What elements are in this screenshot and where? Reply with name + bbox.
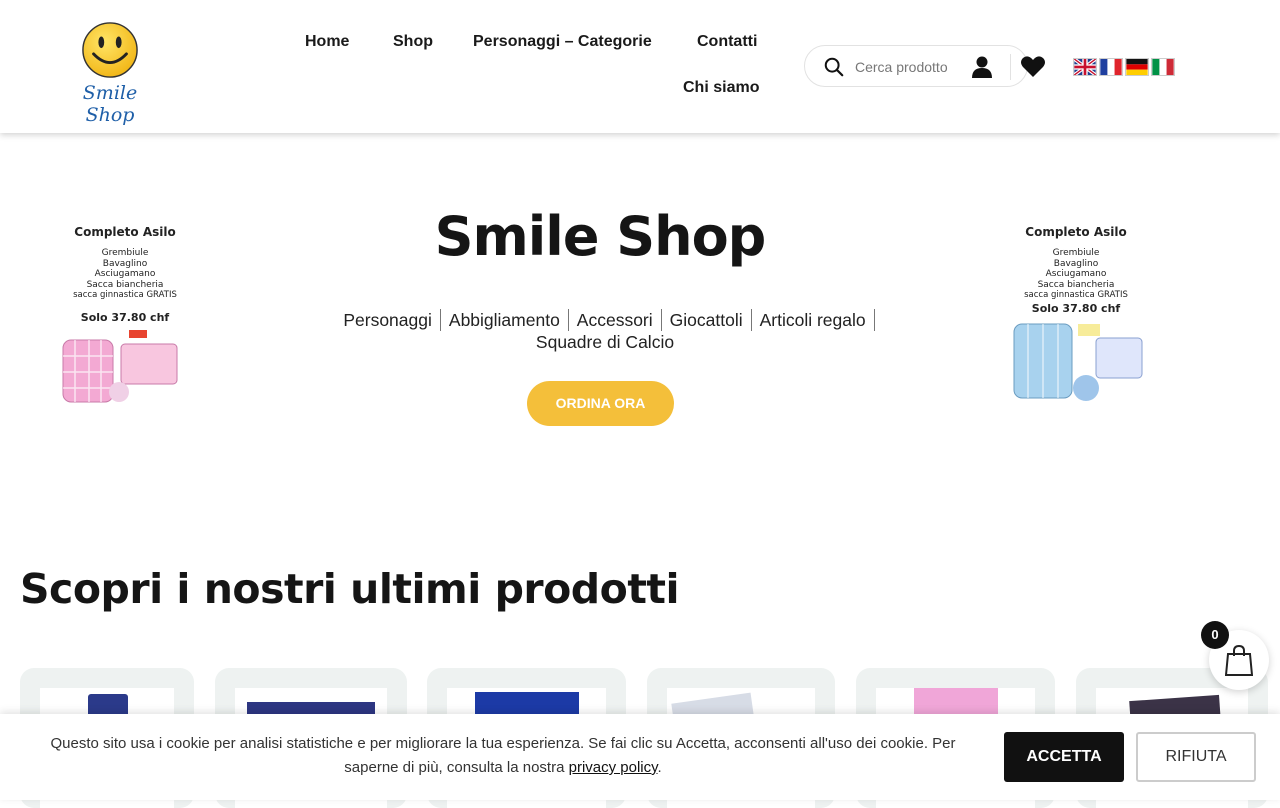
category-link-articoli-regalo[interactable]: Articoli regalo xyxy=(752,309,875,331)
hero-title: Smile Shop xyxy=(434,205,767,268)
promo-item: Bavaglino xyxy=(1053,258,1099,269)
logo-text: Smile Shop xyxy=(82,82,138,126)
promo-price: Solo 37.80 chf xyxy=(1031,302,1121,315)
privacy-policy-link[interactable]: privacy policy xyxy=(569,759,658,776)
promo-item: Asciugamano xyxy=(94,269,156,279)
flag-french-icon[interactable] xyxy=(1099,58,1123,76)
cookie-text: Questo sito usa i cookie per analisi sta… xyxy=(50,735,956,776)
promo-title: Completo Asilo xyxy=(74,225,176,239)
nav-home[interactable]: Home xyxy=(305,33,349,51)
search-input[interactable] xyxy=(855,56,965,78)
category-link-accessori[interactable]: Accessori xyxy=(569,309,662,331)
promo-item: Bavaglino xyxy=(102,258,148,269)
promo-item: sacca ginnastica GRATIS xyxy=(1024,290,1128,300)
nav-chi-siamo[interactable]: Chi siamo xyxy=(683,79,759,97)
promo-price: Solo 37.80 chf xyxy=(80,311,170,324)
reject-cookies-button[interactable]: RIFIUTA xyxy=(1136,732,1256,782)
wishlist-heart-icon[interactable] xyxy=(1020,55,1046,79)
promo-item: Sacca biancheria xyxy=(86,279,164,290)
header-divider xyxy=(1010,54,1011,80)
promo-item: sacca ginnastica GRATIS xyxy=(73,290,177,300)
flag-english-icon[interactable] xyxy=(1073,58,1097,76)
search-icon[interactable] xyxy=(823,56,845,78)
nav-personaggi-categorie[interactable]: Personaggi – Categorie xyxy=(473,33,652,51)
promo-title: Completo Asilo xyxy=(1025,225,1127,239)
hero-category-links: Personaggi Abbigliamento Accessori Giocatto… xyxy=(290,309,920,353)
category-link-abbigliamento[interactable]: Abbigliamento xyxy=(441,309,569,331)
promo-item: Grembiule xyxy=(1052,248,1100,258)
promo-banner-left[interactable]: Completo Asilo Grembiule Bavaglino Asciu… xyxy=(55,222,195,407)
category-link-giocattoli[interactable]: Giocattoli xyxy=(662,309,752,331)
promo-item: Grembiule xyxy=(101,248,149,258)
cart-count-badge: 0 xyxy=(1201,621,1229,649)
nav-contatti[interactable]: Contatti xyxy=(697,33,757,51)
smiley-logo-icon xyxy=(82,22,138,78)
cookie-text-end: . xyxy=(657,759,662,776)
promo-item: Asciugamano xyxy=(1045,269,1107,279)
user-account-icon[interactable] xyxy=(970,55,994,79)
cookie-consent-bar: Questo sito usa i cookie per analisi sta… xyxy=(0,714,1280,800)
site-header: Smile Shop Home Shop Personaggi – Catego… xyxy=(0,0,1280,133)
cookie-message: Questo sito usa i cookie per analisi sta… xyxy=(30,732,976,780)
accept-cookies-button[interactable]: ACCETTA xyxy=(1004,732,1124,782)
blue-apron-graphic xyxy=(1013,323,1143,401)
nav-shop[interactable]: Shop xyxy=(393,33,433,51)
category-link-personaggi[interactable]: Personaggi xyxy=(335,309,441,331)
site-logo[interactable]: Smile Shop xyxy=(64,18,156,126)
shopping-bag-icon xyxy=(1225,644,1253,676)
search-box xyxy=(804,45,1028,87)
category-link-squadre-di-calcio[interactable]: Squadre di Calcio xyxy=(528,331,682,353)
flag-german-icon[interactable] xyxy=(1125,58,1149,76)
order-now-button[interactable]: ORDINA ORA xyxy=(527,381,674,426)
latest-products-heading: Scopri i nostri ultimi prodotti xyxy=(20,565,680,613)
promo-banner-right[interactable]: Completo Asilo Grembiule Bavaglino Asciu… xyxy=(1006,222,1146,407)
promo-item: Sacca biancheria xyxy=(1037,279,1115,290)
flag-italian-icon[interactable] xyxy=(1151,58,1175,76)
pink-apron-graphic xyxy=(62,330,178,403)
